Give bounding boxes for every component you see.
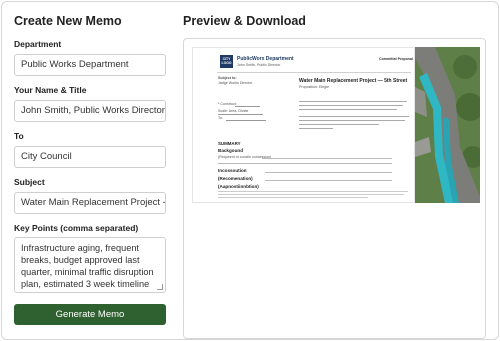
form-title: Create New Memo: [14, 14, 122, 28]
subject-input[interactable]: Water Main Replacement Project - 5th Str…: [14, 192, 166, 214]
memo-incos-line: [265, 172, 392, 173]
memo-field-3-line: [226, 120, 266, 121]
generate-memo-button[interactable]: Generate Memo: [14, 304, 166, 325]
memo-headline: Water Main Replacement Project — 5th Str…: [299, 78, 408, 84]
name-title-label: Your Name & Title: [14, 85, 87, 95]
memo-bg-line: [262, 158, 392, 159]
key-points-textarea[interactable]: Infrastructure aging, frequent breaks, b…: [14, 237, 166, 293]
subject-label: Subject: [14, 177, 45, 187]
memo-recom-heading: (Recomenation): [218, 176, 253, 181]
department-input[interactable]: Public Works Department: [14, 54, 166, 76]
memo-dept-sub: John Smith, Public Director: [237, 63, 281, 67]
memo-summary-heading: SUMMARY: [218, 141, 241, 146]
name-title-input[interactable]: John Smith, Public Works Director: [14, 100, 166, 122]
memo-from-value: Jadge Works Director: [218, 81, 253, 85]
department-label: Department: [14, 39, 62, 49]
memo-field-1-line: [235, 106, 260, 107]
memo-bg-line-2: [218, 163, 392, 164]
memo-divider: [217, 72, 411, 73]
memo-field-2-line: [218, 114, 263, 115]
memo-from-label: Subject to:: [218, 76, 237, 80]
memo-recom-line: [265, 180, 392, 181]
memo-approx-heading: (Aapnostiinnbtion): [218, 184, 259, 189]
preview-title: Preview & Download: [183, 14, 306, 28]
resize-handle-icon[interactable]: [157, 284, 163, 290]
key-points-text: Infrastructure aging, frequent breaks, b…: [21, 243, 154, 289]
memo-headline-sub: Proposition: Elegie: [299, 85, 329, 89]
to-label: To: [14, 131, 24, 141]
memo-dept: PublicWorx Department: [237, 56, 294, 62]
memo-bg-heading: Backgound: [218, 148, 244, 153]
key-points-label: Key Points (comma separated): [14, 223, 139, 233]
city-logo-icon: CITY LOGO: [220, 55, 233, 68]
memo-tag: Committal Proposal: [379, 57, 413, 61]
to-input[interactable]: City Council: [14, 146, 166, 168]
aerial-map-image: [415, 47, 480, 203]
memo-field-3: To:: [218, 116, 223, 120]
memo-field-2: Scale: Area, Divide: [218, 109, 249, 113]
memo-incos-heading: Incossoution: [218, 168, 247, 173]
memo-field-1: * Construct:: [218, 102, 237, 106]
memo-document[interactable]: CITY LOGO PublicWorx Department John Smi…: [192, 47, 415, 203]
